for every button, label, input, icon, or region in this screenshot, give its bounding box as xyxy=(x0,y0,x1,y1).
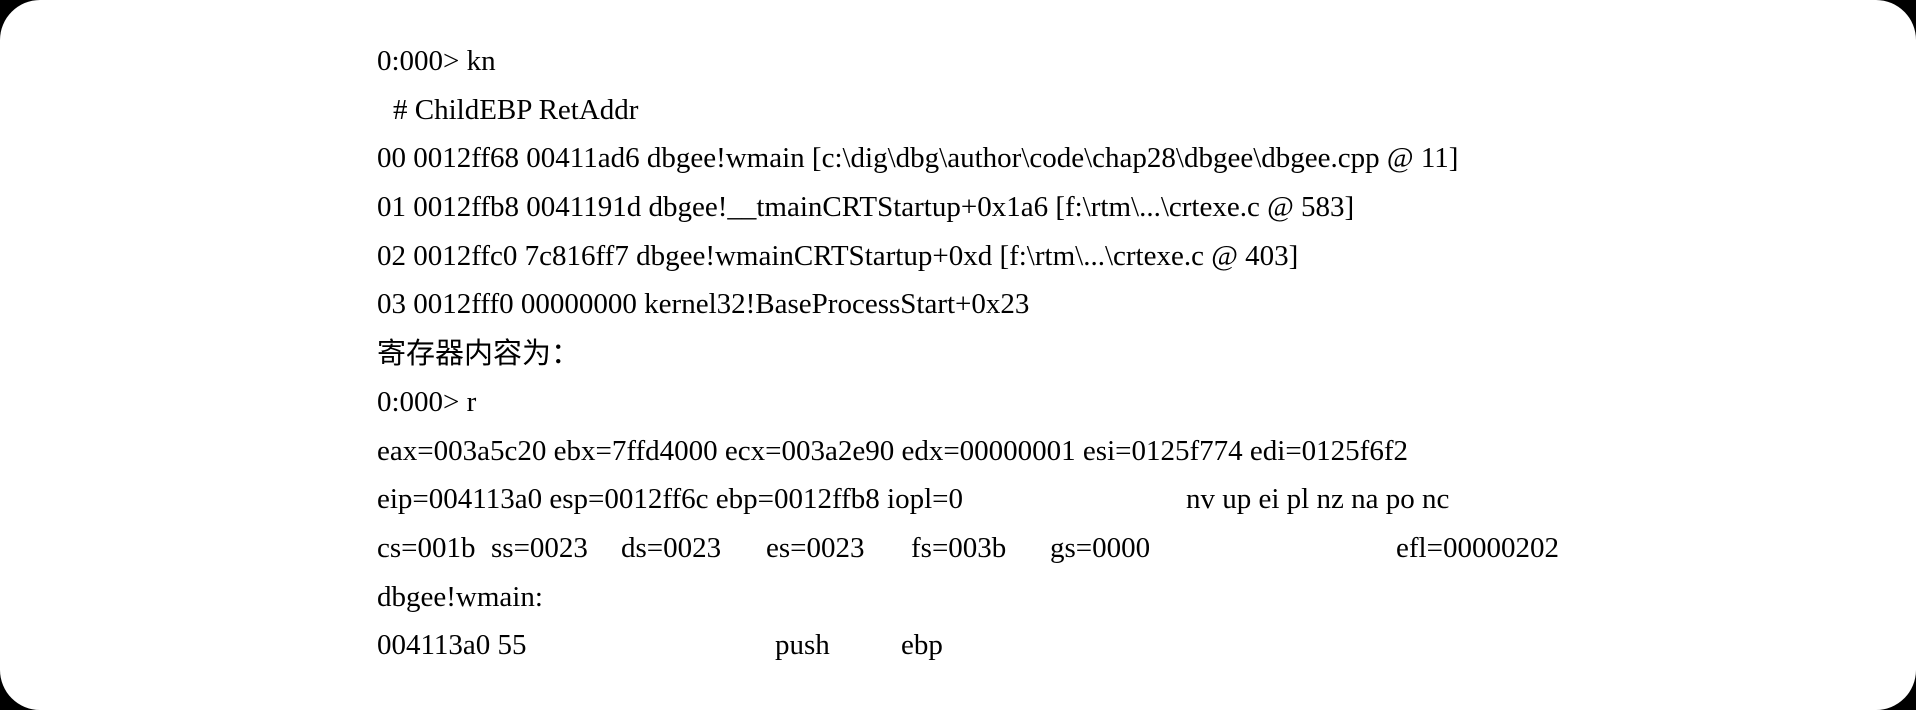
document-page: 0:000> kn # ChildEBP RetAddr 00 0012ff68… xyxy=(0,0,1916,710)
stack-frame-00: 00 0012ff68 00411ad6 dbgee!wmain [c:\dig… xyxy=(377,142,1459,175)
stack-frame-03: 03 0012fff0 00000000 kernel32!BaseProces… xyxy=(377,288,1030,321)
stack-header-text: # ChildEBP RetAddr xyxy=(393,93,639,126)
segment-registers-line: cs=001b ss=0023 ds=0023 es=0023 fs=003b gs=00… xyxy=(377,524,1677,573)
cpu-flags: nv up ei pl nz na po nc xyxy=(1186,483,1450,516)
stack-header-line: # ChildEBP RetAddr xyxy=(377,86,1677,135)
disasm-mnemonic: push xyxy=(775,629,830,662)
disassembly-line: 004113a0 55 push ebp xyxy=(377,621,1677,670)
kn-command-line: 0:000> kn xyxy=(377,45,496,77)
registers-line-1: eax=003a5c20 ebx=7ffd4000 ecx=003a2e90 e… xyxy=(377,434,1409,467)
stack-frame-01: 01 0012ffb8 0041191d dbgee!__tmainCRTSta… xyxy=(377,191,1355,224)
disasm-operand: ebp xyxy=(901,629,943,662)
segment-ds: ds=0023 xyxy=(621,531,722,564)
registers-line-2-values: eip=004113a0 esp=0012ff6c ebp=0012ffb8 i… xyxy=(377,483,963,516)
debugger-listing: 0:000> kn # ChildEBP RetAddr 00 0012ff68… xyxy=(377,37,1677,670)
segment-ss: ss=0023 xyxy=(491,531,588,564)
registers-line-2: eip=004113a0 esp=0012ff6c ebp=0012ffb8 i… xyxy=(377,475,1677,524)
segment-gs: gs=0000 xyxy=(1050,531,1151,564)
r-command-line: 0:000> r xyxy=(377,385,477,418)
segment-fs: fs=003b xyxy=(911,531,1007,564)
disasm-address-bytes: 004113a0 55 xyxy=(377,629,527,662)
stack-frame-02: 02 0012ffc0 7c816ff7 dbgee!wmainCRTStart… xyxy=(377,239,1299,272)
segment-es: es=0023 xyxy=(766,531,865,564)
registers-caption: 寄存器内容为： xyxy=(377,336,581,371)
symbol-line: dbgee!wmain: xyxy=(377,580,543,613)
segment-cs: cs=001b xyxy=(377,531,476,564)
eflags-value: efl=00000202 xyxy=(1396,531,1559,564)
